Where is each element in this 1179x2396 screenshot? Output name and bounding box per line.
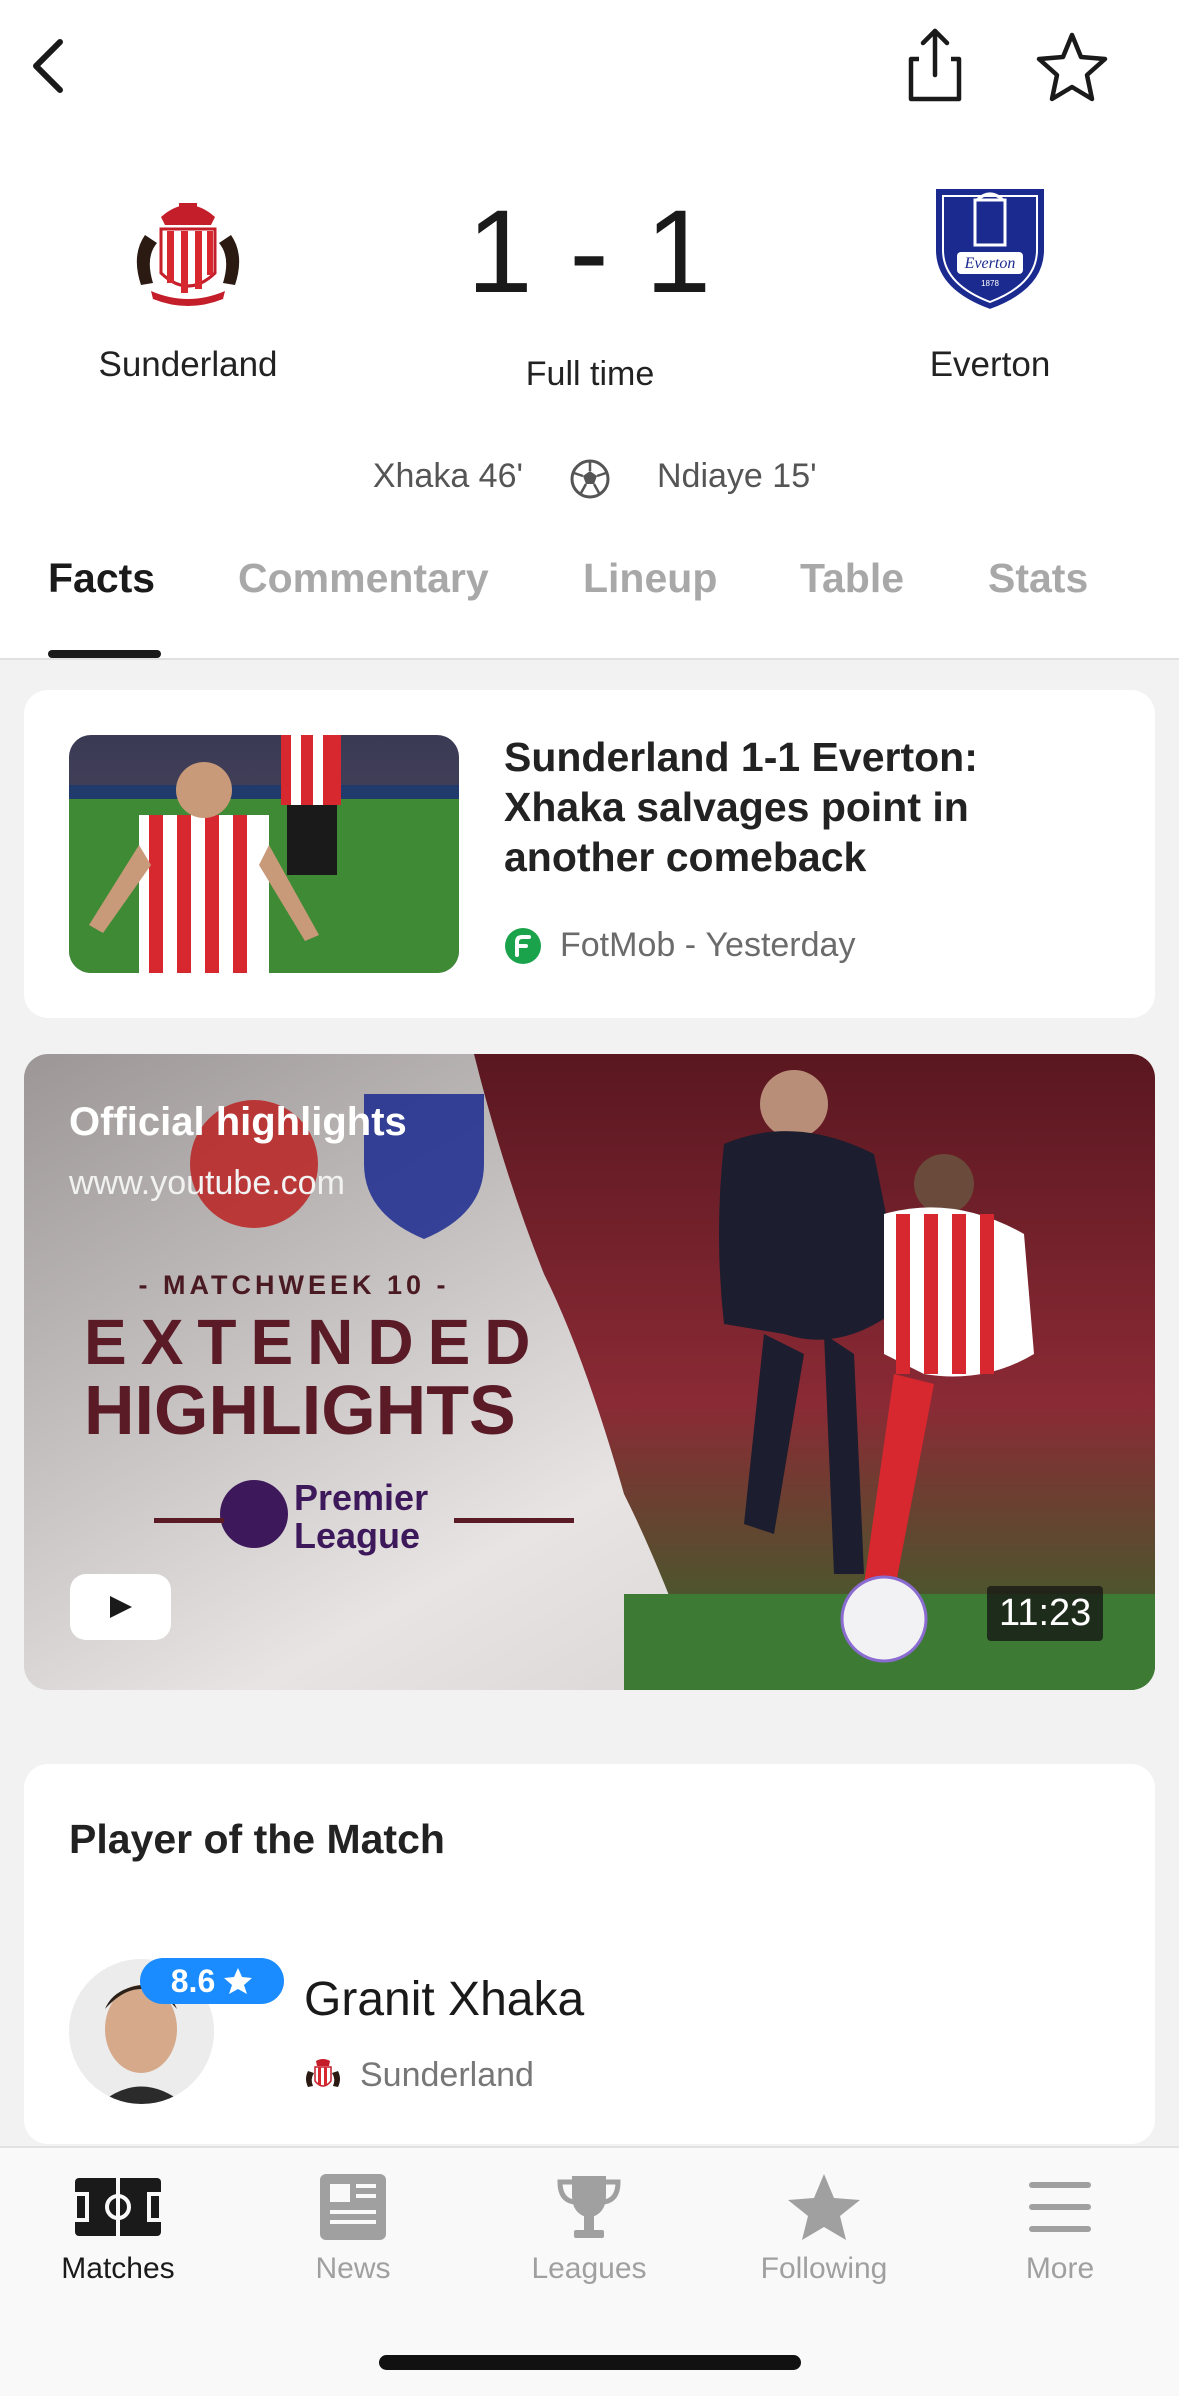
nav-leagues[interactable]: Leagues — [471, 2172, 707, 2286]
back-button[interactable] — [20, 30, 90, 100]
star-icon — [788, 2174, 860, 2240]
match-score: 1 - 1 — [466, 186, 714, 318]
tab-lineup[interactable]: Lineup — [583, 555, 717, 602]
extended-text: EXTENDED — [84, 1306, 545, 1378]
match-status: Full time — [525, 355, 655, 393]
active-tab-indicator — [48, 650, 161, 658]
goal-scorers: Xhaka 46' Ndiaye 15' — [0, 455, 1179, 505]
pitch-icon — [73, 2178, 163, 2236]
svg-text:Everton: Everton — [964, 255, 1016, 272]
potm-heading: Player of the Match — [69, 1816, 445, 1862]
news-thumbnail — [69, 735, 459, 973]
player-rating-badge: 8.6 — [140, 1958, 284, 2004]
share-icon — [908, 28, 962, 102]
fotmob-logo-icon — [505, 927, 541, 964]
news-separator: - — [675, 926, 706, 964]
highlights-video[interactable]: - MATCHWEEK 10 - EXTENDED HIGHLIGHTS Pre… — [24, 1054, 1155, 1690]
news-card[interactable]: Sunderland 1-1 Everton: Xhaka salvages p… — [24, 690, 1155, 1018]
matchweek-text: - MATCHWEEK 10 - — [139, 1270, 450, 1300]
everton-crest-icon: Everton 1878 — [934, 187, 1046, 312]
nav-news-label: News — [315, 2252, 391, 2285]
away-scorer: Ndiaye 15' — [657, 457, 817, 495]
tab-facts[interactable]: Facts — [48, 555, 155, 602]
news-headline: Sunderland 1-1 Everton: Xhaka salvages p… — [504, 734, 978, 880]
match-header: Sunderland 1 - 1 Full time Everton 1878 … — [0, 0, 1179, 660]
news-meta: FotMob - Yesterday — [504, 926, 855, 965]
football-icon — [570, 459, 610, 499]
svg-text:1878: 1878 — [981, 279, 999, 288]
player-of-the-match-card[interactable]: Player of the Match 8.6 Granit Xhaka Sun… — [24, 1764, 1155, 2144]
video-source: www.youtube.com — [69, 1164, 345, 1202]
share-button[interactable] — [895, 25, 975, 105]
video-duration: 11:23 — [987, 1586, 1104, 1641]
away-team[interactable]: Everton 1878 Everton — [830, 180, 1150, 385]
chevron-left-icon — [33, 39, 63, 93]
league-text-1: Premier — [294, 1477, 428, 1518]
nav-matches[interactable]: Matches — [0, 2172, 236, 2286]
match-tabs: Facts Commentary Lineup Table Stats — [0, 555, 1179, 658]
away-team-name: Everton — [929, 345, 1051, 384]
trophy-icon — [557, 2176, 621, 2238]
tab-table[interactable]: Table — [800, 555, 904, 602]
home-indicator[interactable] — [379, 2355, 801, 2370]
nav-following[interactable]: Following — [706, 2172, 942, 2286]
player-team-name: Sunderland — [360, 2056, 534, 2094]
nav-more[interactable]: More — [942, 2172, 1178, 2286]
nav-leagues-label: Leagues — [531, 2252, 647, 2285]
nav-following-label: Following — [760, 2252, 888, 2285]
player-name: Granit Xhaka — [304, 1973, 585, 2026]
home-team[interactable]: Sunderland — [28, 195, 348, 385]
news-source: FotMob — [560, 926, 676, 964]
follow-match-button[interactable] — [1030, 25, 1115, 110]
star-icon — [224, 1968, 253, 1994]
highlights-text: HIGHLIGHTS — [84, 1371, 516, 1449]
play-icon — [110, 1596, 132, 1618]
nav-matches-label: Matches — [61, 2252, 175, 2285]
player-team: Sunderland — [304, 2056, 534, 2095]
play-button[interactable] — [70, 1574, 171, 1640]
star-outline-icon — [1036, 32, 1108, 102]
player-rating: 8.6 — [170, 1962, 216, 1999]
league-text-2: League — [294, 1515, 420, 1556]
nav-news[interactable]: News — [235, 2172, 471, 2286]
video-title: Official highlights — [69, 1100, 407, 1144]
sunderland-crest-small-icon — [306, 2058, 340, 2087]
home-scorer: Xhaka 46' — [372, 457, 523, 495]
nav-more-label: More — [1025, 2252, 1095, 2285]
news-time: Yesterday — [705, 926, 856, 964]
home-team-name: Sunderland — [98, 345, 278, 384]
sunderland-crest-icon — [136, 203, 240, 306]
newspaper-icon — [320, 2174, 386, 2240]
tab-commentary[interactable]: Commentary — [238, 555, 489, 602]
tab-stats[interactable]: Stats — [988, 555, 1088, 602]
menu-icon — [1029, 2182, 1091, 2232]
video-thumbnail: - MATCHWEEK 10 - EXTENDED HIGHLIGHTS Pre… — [24, 1054, 1155, 1690]
